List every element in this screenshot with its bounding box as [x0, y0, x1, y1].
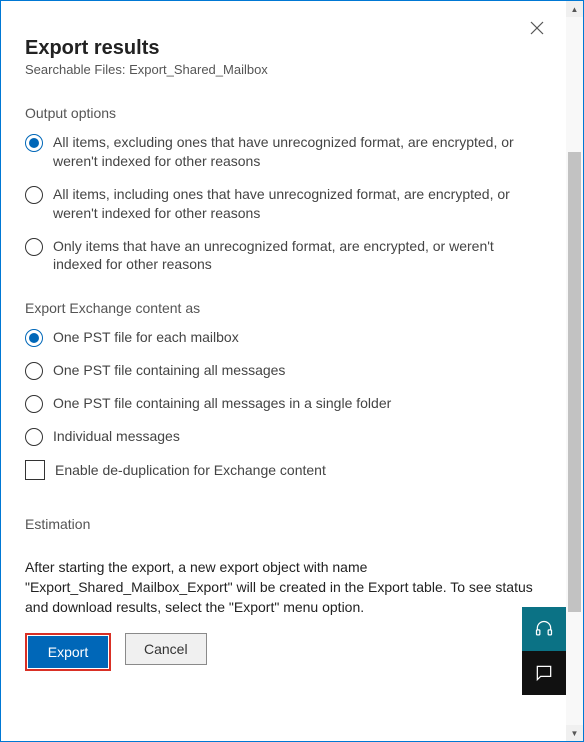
exchange-option-0[interactable]: One PST file for each mailbox — [25, 328, 542, 347]
dedup-checkbox-row[interactable]: Enable de-duplication for Exchange conte… — [25, 460, 542, 480]
cancel-button[interactable]: Cancel — [125, 633, 207, 665]
output-option-0[interactable]: All items, excluding ones that have unre… — [25, 133, 542, 171]
radio-icon — [25, 186, 43, 204]
chat-icon — [534, 663, 554, 683]
radio-icon — [25, 362, 43, 380]
page-title: Export results — [25, 23, 542, 60]
exchange-option-0-label: One PST file for each mailbox — [53, 328, 239, 347]
exchange-content-heading: Export Exchange content as — [25, 300, 542, 316]
scroll-up-arrow[interactable]: ▲ — [566, 1, 583, 17]
feedback-widget[interactable] — [522, 651, 566, 695]
subtitle-name: Export_Shared_Mailbox — [129, 62, 268, 77]
scroll-track[interactable] — [566, 17, 583, 725]
page-subtitle: Searchable Files: Export_Shared_Mailbox — [25, 62, 542, 77]
help-widget[interactable] — [522, 607, 566, 651]
export-button-highlight: Export — [25, 633, 111, 671]
subtitle-prefix: Searchable Files: — [25, 62, 129, 77]
radio-icon — [25, 395, 43, 413]
output-option-0-label: All items, excluding ones that have unre… — [53, 133, 542, 171]
checkbox-icon — [25, 460, 45, 480]
export-button[interactable]: Export — [28, 636, 108, 668]
exchange-option-3-label: Individual messages — [53, 427, 180, 446]
scroll-down-arrow[interactable]: ▼ — [566, 725, 583, 741]
radio-icon — [25, 329, 43, 347]
close-button[interactable] — [526, 17, 548, 39]
button-row: Export Cancel — [25, 633, 542, 671]
floating-widgets — [522, 607, 566, 695]
exchange-option-2-label: One PST file containing all messages in … — [53, 394, 391, 413]
info-text: After starting the export, a new export … — [25, 558, 542, 617]
output-options-heading: Output options — [25, 105, 542, 121]
output-option-1-label: All items, including ones that have unre… — [53, 185, 542, 223]
close-icon — [530, 21, 544, 35]
export-results-panel: Export results Searchable Files: Export_… — [0, 0, 584, 742]
radio-icon — [25, 238, 43, 256]
radio-icon — [25, 134, 43, 152]
estimation-heading: Estimation — [25, 516, 542, 532]
output-option-1[interactable]: All items, including ones that have unre… — [25, 185, 542, 223]
radio-icon — [25, 428, 43, 446]
output-option-2-label: Only items that have an unrecognized for… — [53, 237, 542, 275]
exchange-option-2[interactable]: One PST file containing all messages in … — [25, 394, 542, 413]
exchange-option-3[interactable]: Individual messages — [25, 427, 542, 446]
dedup-label: Enable de-duplication for Exchange conte… — [55, 461, 326, 480]
exchange-option-1-label: One PST file containing all messages — [53, 361, 285, 380]
headset-icon — [534, 619, 554, 639]
panel-content: Export results Searchable Files: Export_… — [1, 1, 566, 741]
output-option-2[interactable]: Only items that have an unrecognized for… — [25, 237, 542, 275]
exchange-option-1[interactable]: One PST file containing all messages — [25, 361, 542, 380]
vertical-scrollbar[interactable]: ▲ ▼ — [566, 1, 583, 741]
scroll-thumb[interactable] — [568, 152, 581, 612]
